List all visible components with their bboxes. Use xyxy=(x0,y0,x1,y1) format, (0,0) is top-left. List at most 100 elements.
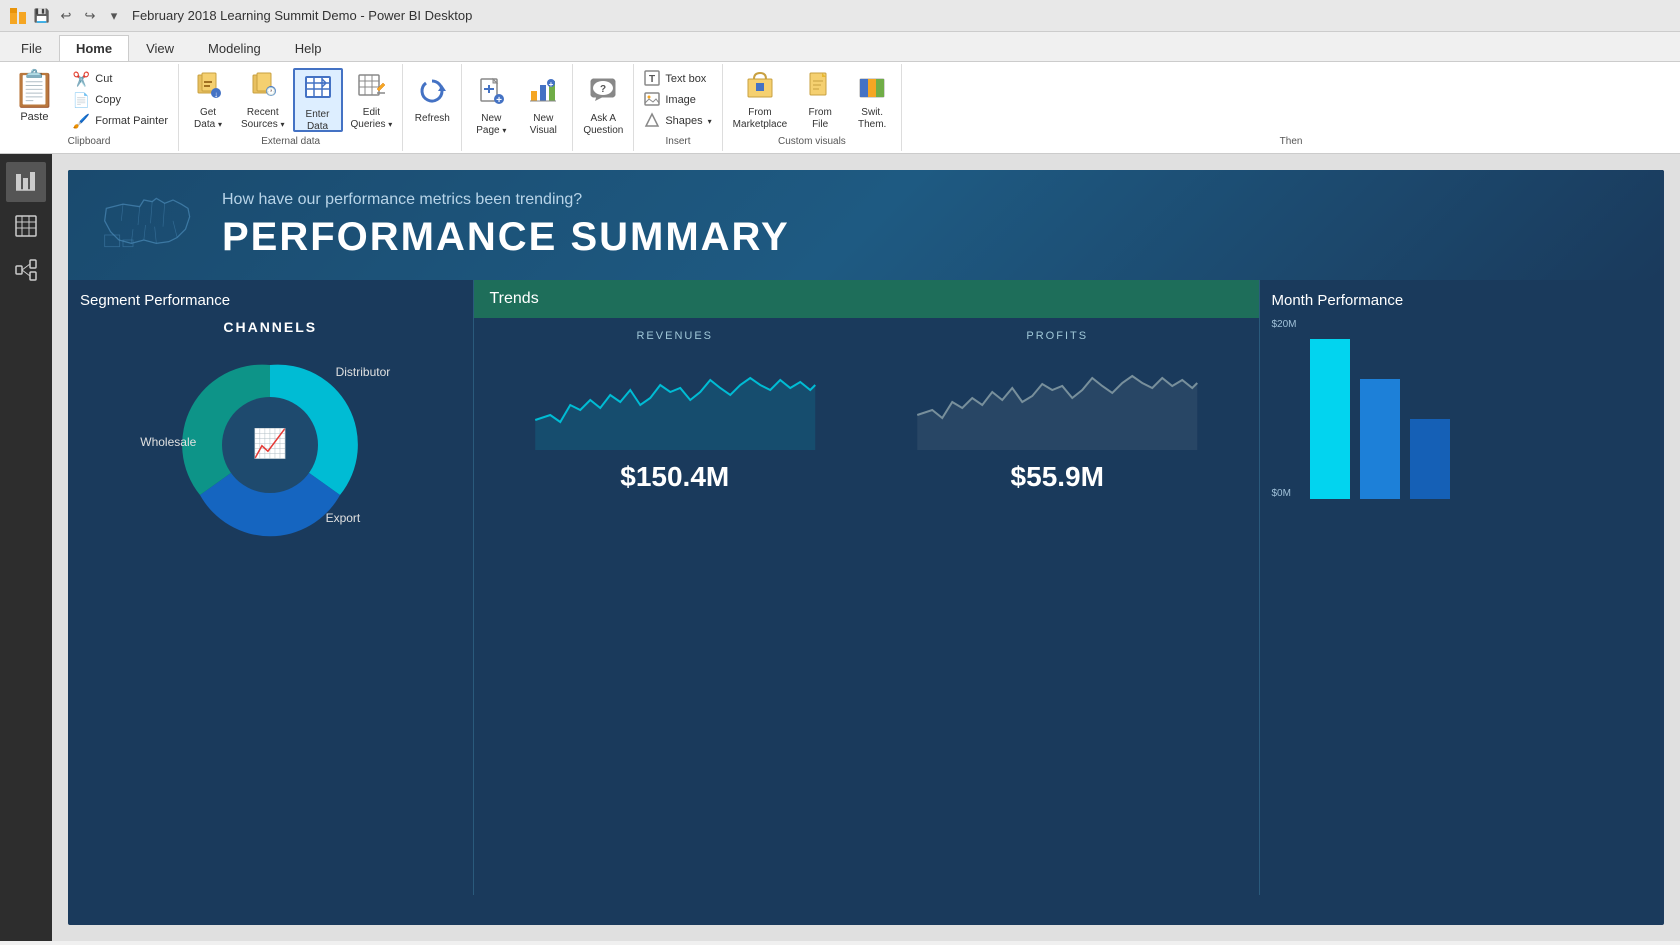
redo-icon[interactable]: ↪ xyxy=(80,6,100,26)
main-layout: How have our performance metrics been tr… xyxy=(0,154,1680,941)
image-button[interactable]: Image xyxy=(638,90,717,110)
cut-label: Cut xyxy=(95,73,112,85)
edit-queries-button[interactable]: EditQueries ▾ xyxy=(345,68,399,132)
switch-theme-label: Swit.Them. xyxy=(858,107,886,131)
new-page-icon: + xyxy=(477,77,505,110)
text-box-button[interactable]: T Text box xyxy=(638,69,717,89)
format-painter-button[interactable]: 🖌️ Format Painter xyxy=(67,111,174,131)
switch-theme-icon xyxy=(858,71,886,104)
clipboard-small-stack: ✂️ Cut 📄 Copy 🖌️ Format Painter xyxy=(67,68,174,132)
recent-sources-icon: 🕐 xyxy=(249,71,277,104)
shapes-label: Shapes xyxy=(665,115,702,127)
new-visual-label: NewVisual xyxy=(530,113,557,137)
month-title: Month Performance xyxy=(1272,292,1653,309)
report-canvas[interactable]: How have our performance metrics been tr… xyxy=(68,170,1664,925)
shapes-icon xyxy=(644,112,660,131)
insert-label: Insert xyxy=(666,134,691,149)
copy-icon: 📄 xyxy=(73,92,90,109)
revenue-line-chart xyxy=(494,350,857,450)
refresh-icon xyxy=(418,77,446,110)
external-data-group: ↓ GetData ▾ 🕐 RecentSources ▾ xyxy=(179,64,403,151)
shapes-arrow-icon: ▾ xyxy=(708,117,712,126)
title-bar: 💾 ↩ ↪ ▾ February 2018 Learning Summit De… xyxy=(0,0,1680,32)
paste-button[interactable]: 📋 Paste xyxy=(4,68,65,132)
profit-title: PROFITS xyxy=(876,330,1239,342)
tab-view[interactable]: View xyxy=(129,35,191,61)
format-painter-icon: 🖌️ xyxy=(73,113,90,130)
pages-group: + NewPage ▾ + NewVisual xyxy=(462,64,573,151)
revenue-chart: REVENUES $150.4M xyxy=(494,330,857,493)
new-page-button[interactable]: + NewPage ▾ xyxy=(466,74,516,138)
month-panel: Month Performance $20M $0M xyxy=(1260,280,1665,895)
text-box-label: Text box xyxy=(665,73,706,85)
insert-group: T Text box Image Shapes ▾ xyxy=(634,64,722,151)
export-label: Export xyxy=(326,511,361,525)
title-bar-icons: 💾 ↩ ↪ ▾ xyxy=(8,6,124,26)
cut-button[interactable]: ✂️ Cut xyxy=(67,69,174,89)
ask-question-label: Ask AQuestion xyxy=(583,113,623,137)
tab-modeling[interactable]: Modeling xyxy=(191,35,278,61)
revenue-value: $150.4M xyxy=(494,461,857,493)
tab-help[interactable]: Help xyxy=(278,35,339,61)
from-file-button[interactable]: FromFile xyxy=(795,68,845,132)
from-marketplace-button[interactable]: FromMarketplace xyxy=(727,68,793,132)
text-box-icon: T xyxy=(644,70,660,89)
themes-group: Then xyxy=(902,64,1680,151)
from-marketplace-label: FromMarketplace xyxy=(733,107,787,131)
external-data-label: External data xyxy=(261,134,320,149)
paste-label: Paste xyxy=(20,111,48,123)
enter-data-label: EnterData xyxy=(306,109,330,133)
sidebar-item-data[interactable] xyxy=(6,206,46,246)
from-file-label: FromFile xyxy=(808,107,831,131)
new-visual-icon: + xyxy=(529,77,557,110)
tab-home[interactable]: Home xyxy=(59,35,129,61)
clipboard-content: 📋 Paste ✂️ Cut 📄 Copy 🖌️ Format Painter xyxy=(4,66,174,134)
trends-panel: Trends REVENUES $150.4M xyxy=(474,280,1260,895)
copy-button[interactable]: 📄 Copy xyxy=(67,90,174,110)
cut-icon: ✂️ xyxy=(73,71,90,88)
dashboard-title-area: How have our performance metrics been tr… xyxy=(222,191,1634,260)
custom-visuals-group: FromMarketplace FromFile xyxy=(723,64,902,151)
undo-icon[interactable]: ↩ xyxy=(56,6,76,26)
svg-text:+: + xyxy=(496,95,502,105)
insert-content: T Text box Image Shapes ▾ xyxy=(638,66,717,134)
sidebar-item-model[interactable] xyxy=(6,250,46,290)
enter-data-icon xyxy=(304,73,332,106)
paste-icon: 📋 xyxy=(12,71,57,107)
get-data-label: GetData ▾ xyxy=(194,107,222,131)
switch-theme-button[interactable]: Swit.Them. xyxy=(847,68,897,132)
profit-value: $55.9M xyxy=(876,461,1239,493)
dashboard-header: How have our performance metrics been tr… xyxy=(68,170,1664,280)
new-visual-button[interactable]: + NewVisual xyxy=(518,74,568,138)
month-bar-chart xyxy=(1305,319,1455,499)
image-icon xyxy=(644,91,660,110)
svg-text:+: + xyxy=(549,80,554,89)
app-logo-icon xyxy=(8,6,28,26)
month-y-axis: $20M $0M xyxy=(1272,319,1301,499)
edit-queries-label: EditQueries ▾ xyxy=(351,107,393,131)
recent-sources-button[interactable]: 🕐 RecentSources ▾ xyxy=(235,68,290,132)
pages-content: + NewPage ▾ + NewVisual xyxy=(466,66,568,145)
recent-sources-label: RecentSources ▾ xyxy=(241,107,284,131)
sidebar-item-report[interactable] xyxy=(6,162,46,202)
from-marketplace-icon xyxy=(746,71,774,104)
svg-text:↓: ↓ xyxy=(214,90,218,99)
canvas-area: How have our performance metrics been tr… xyxy=(52,154,1680,941)
refresh-group: Refresh xyxy=(403,64,462,151)
svg-text:T: T xyxy=(649,74,655,85)
ask-question-button[interactable]: ? Ask AQuestion xyxy=(577,74,629,138)
profit-chart: PROFITS $55.9M xyxy=(876,330,1239,493)
distributor-label: Distributor xyxy=(336,365,391,379)
enter-data-button[interactable]: EnterData xyxy=(293,68,343,132)
dropdown-icon[interactable]: ▾ xyxy=(104,6,124,26)
shapes-button[interactable]: Shapes ▾ xyxy=(638,111,717,131)
tab-file[interactable]: File xyxy=(4,35,59,61)
month-min-label: $0M xyxy=(1272,488,1297,499)
get-data-button[interactable]: ↓ GetData ▾ xyxy=(183,68,233,132)
refresh-content: Refresh xyxy=(407,66,457,145)
external-data-content: ↓ GetData ▾ 🕐 RecentSources ▾ xyxy=(183,66,398,134)
dashboard-title: PERFORMANCE SUMMARY xyxy=(222,215,1634,260)
save-icon[interactable]: 💾 xyxy=(32,6,52,26)
refresh-button[interactable]: Refresh xyxy=(407,74,457,138)
window-title: February 2018 Learning Summit Demo - Pow… xyxy=(132,8,472,23)
